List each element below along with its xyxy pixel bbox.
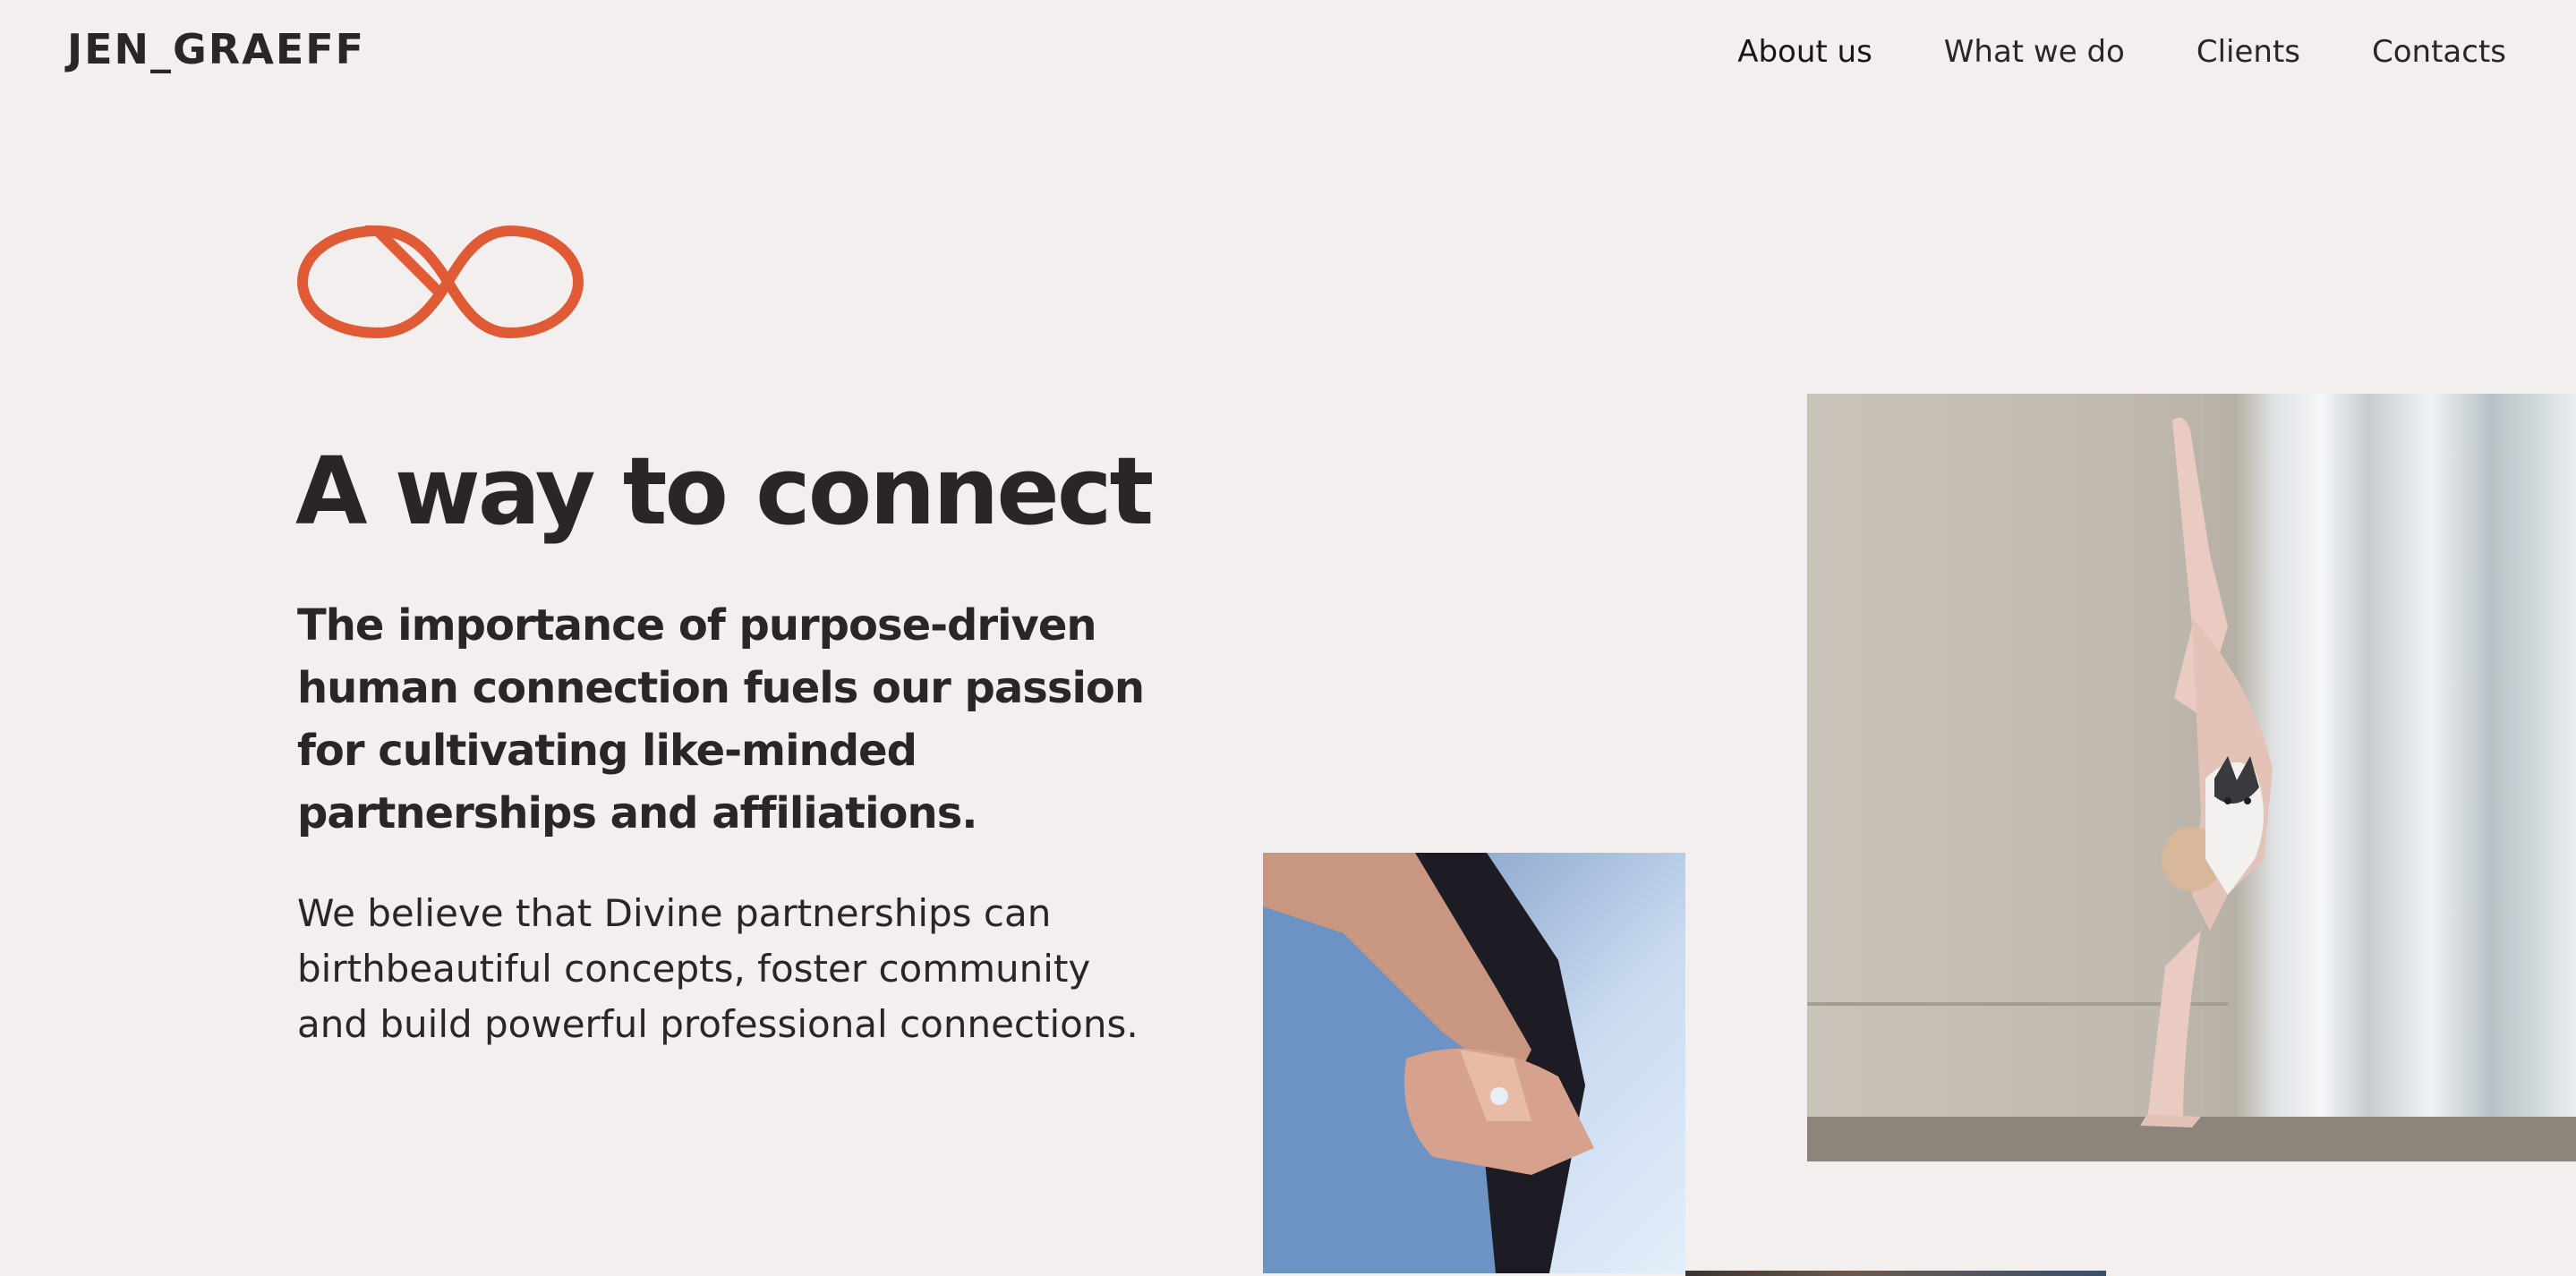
hero-headline: A way to connect — [295, 437, 1154, 546]
acrobat-figure — [2140, 417, 2273, 1127]
hero-subhead: The importance of purpose-driven human c… — [297, 600, 1145, 838]
nav-about-us[interactable]: About us — [1737, 34, 1872, 70]
nav-clients[interactable]: Clients — [2196, 34, 2300, 70]
page: JEN_GRAEFF About us What we do Clients C… — [0, 0, 2576, 1276]
hero-body: We believe that Divine partnerships can … — [297, 891, 1139, 1046]
holding-hands-illustration — [1263, 853, 1594, 1273]
photo-strip — [1685, 1271, 2106, 1276]
site-logo[interactable]: JEN_GRAEFF — [67, 25, 365, 73]
holding-hands-photo — [1263, 853, 1685, 1273]
main-nav: About us What we do Clients Contacts — [1737, 34, 2506, 70]
acrobat-with-husky-photo — [1807, 394, 2576, 1161]
nav-contacts[interactable]: Contacts — [2372, 34, 2506, 70]
infinity-icon — [296, 225, 584, 339]
nav-what-we-do[interactable]: What we do — [1944, 34, 2125, 70]
